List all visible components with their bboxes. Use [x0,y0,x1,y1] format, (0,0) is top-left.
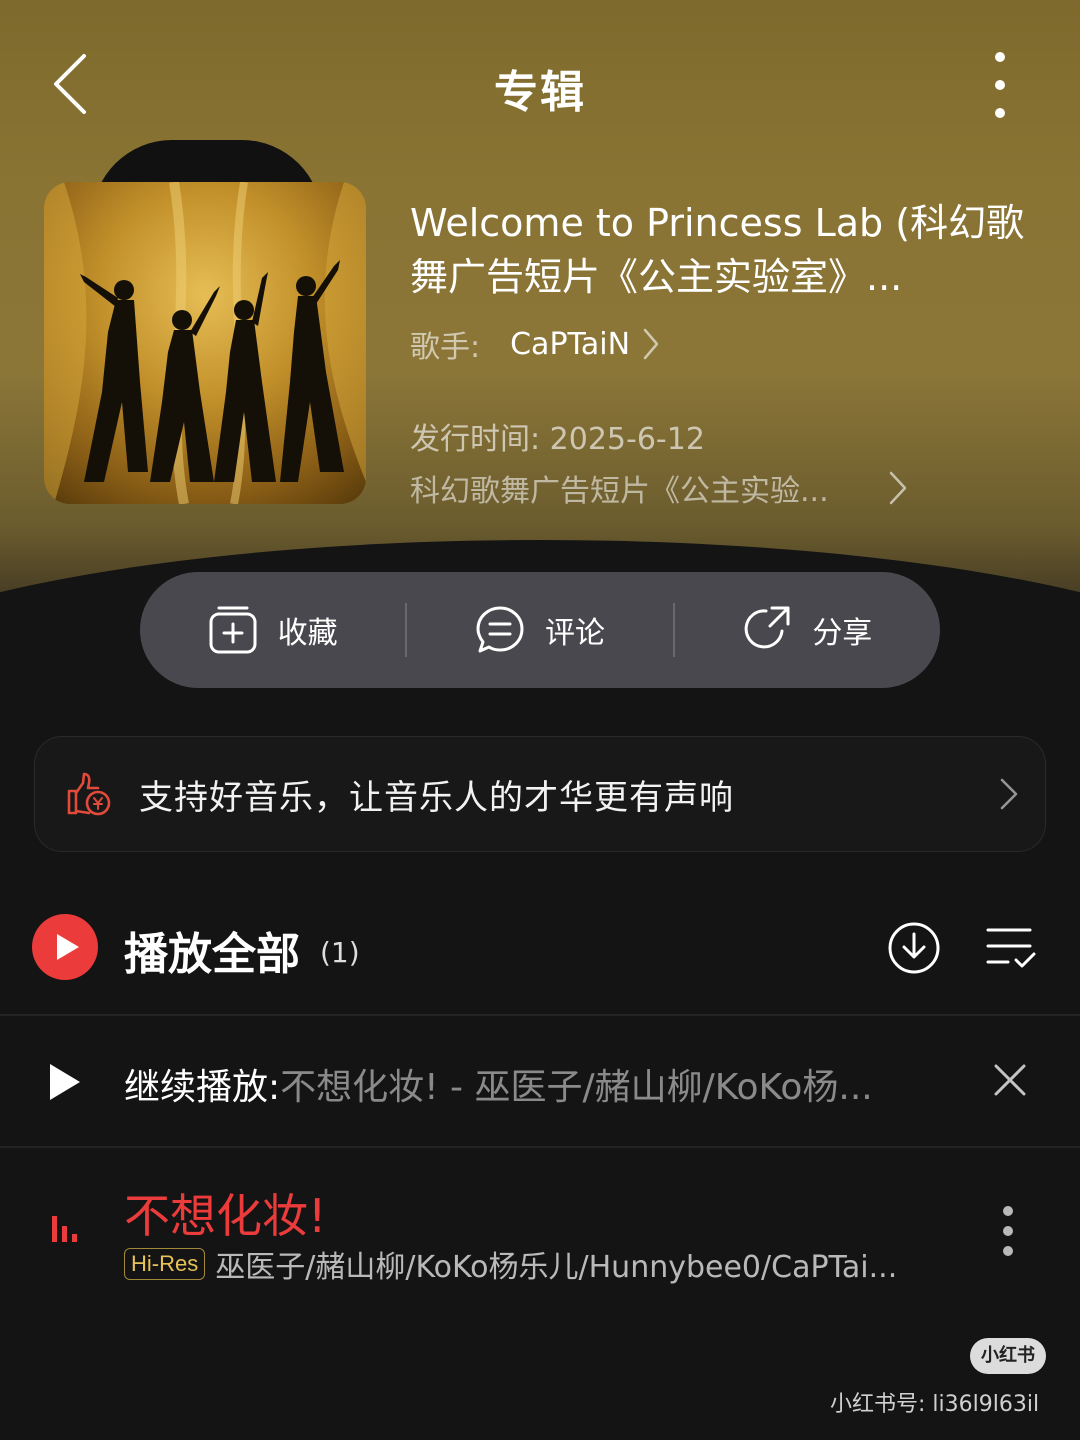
track-meta: Hi-Res 巫医子/赭山柳/KoKo杨乐儿/Hunnybee0/CaPTai.… [124,1244,898,1285]
play-all-row: 播放全部 (1) [0,900,1080,1000]
action-bar: 收藏 评论 分享 [140,572,940,688]
more-button[interactable] [980,52,1020,118]
track-artists: 巫医子/赭山柳/KoKo杨乐儿/Hunnybee0/CaPTai... [215,1250,898,1285]
release-date: 发行时间: 2025-6-12 [410,422,705,457]
resume-label: 继续播放: [124,1067,281,1108]
watermark-id: 小红书号: li36l9l63il [830,1392,1040,1417]
play-all-button[interactable] [32,914,98,980]
album-title: Welcome to Princess Lab (科幻歌舞广告短片《公主实验室》… [410,201,1025,299]
resume-song: 不想化妆! [280,1067,439,1108]
share-label: 分享 [812,616,873,651]
collect-add-icon [209,606,257,654]
close-icon[interactable] [992,1062,1028,1098]
album-art-image [44,182,366,504]
page-title: 专辑 [494,67,586,118]
chevron-right-icon [643,328,659,360]
share-button[interactable]: 分享 [675,572,940,688]
comment-button[interactable]: 评论 [407,572,672,688]
share-icon [745,606,790,649]
track-count: (1) [320,936,360,969]
support-banner[interactable]: 支持好音乐，让音乐人的才华更有声响 [34,736,1046,852]
xiaohongshu-logo: 小红书 [970,1338,1046,1374]
support-thumb-icon [67,772,111,816]
chevron-right-icon [889,471,907,505]
multi-select-list-icon[interactable] [984,922,1038,972]
collect-button[interactable]: 收藏 [140,572,405,688]
track-row[interactable]: 不想化妆! Hi-Res 巫医子/赭山柳/KoKo杨乐儿/Hunnybee0/C… [0,1160,1080,1300]
album-cover[interactable] [44,182,366,504]
collect-label: 收藏 [277,616,338,651]
download-icon[interactable] [886,920,942,976]
play-all-label[interactable]: 播放全部 [124,918,300,982]
now-playing-bars-icon [52,1216,77,1242]
description-text: 科幻歌舞广告短片《公主实验... [410,474,829,509]
play-icon[interactable] [50,1064,80,1100]
hi-res-badge: Hi-Res [124,1248,206,1280]
more-vertical-icon [995,52,1005,62]
resume-text: 继续播放:不想化妆! - 巫医子/赭山柳/KoKo杨... [124,1058,964,1110]
resume-artists: - 巫医子/赭山柳/KoKo杨... [438,1067,873,1108]
comment-label: 评论 [544,616,605,651]
album-description[interactable]: 科幻歌舞广告短片《公主实验... [410,466,910,510]
comment-icon [476,606,524,653]
chevron-right-icon [1000,778,1018,810]
artist-label: 歌手: [410,330,481,365]
support-text: 支持好音乐，让音乐人的才华更有声响 [139,777,734,818]
divider [0,1146,1080,1148]
artist-row[interactable]: 歌手: CaPTaiN [410,322,660,366]
resume-playback-bar[interactable]: 继续播放:不想化妆! - 巫医子/赭山柳/KoKo杨... [0,1016,1080,1146]
more-vertical-icon [1003,1206,1013,1216]
track-title: 不想化妆! [124,1189,327,1243]
artist-name[interactable]: CaPTaiN [510,327,630,362]
top-bar: 专辑 [0,40,1080,130]
track-more-button[interactable] [998,1206,1018,1256]
